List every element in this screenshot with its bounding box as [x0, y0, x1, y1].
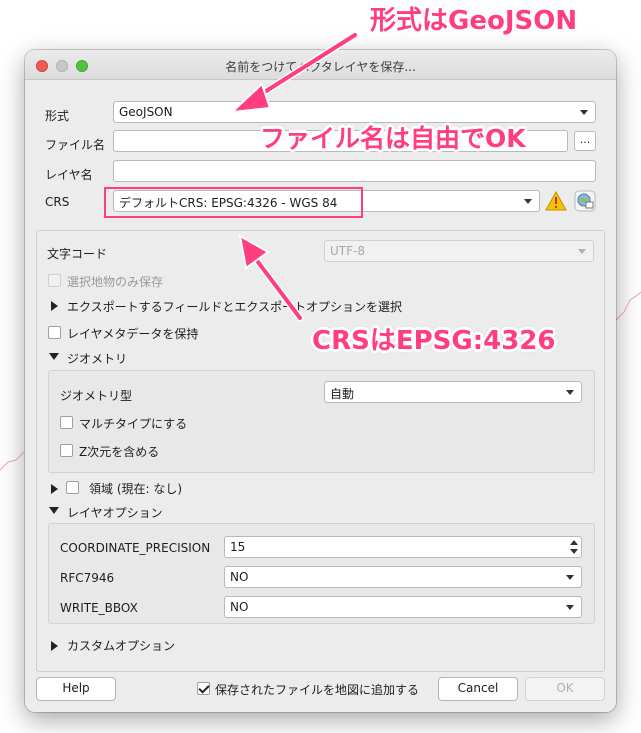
geometry-section-toggle[interactable]: ジオメトリ — [67, 350, 127, 367]
extent-toggle[interactable]: 領域 (現在: なし) — [89, 480, 182, 497]
multitype-checkbox[interactable] — [60, 416, 73, 429]
include-z-checkbox[interactable] — [60, 444, 73, 457]
chevron-down-icon — [580, 110, 588, 115]
include-z-label: Z次元を含める — [79, 445, 160, 459]
chevron-down-icon — [566, 575, 574, 580]
chevron-down-icon — [578, 249, 586, 254]
encoding-value: UTF-8 — [330, 244, 365, 258]
custom-options-toggle[interactable]: カスタムオプション — [67, 637, 175, 654]
crs-select[interactable]: デフォルトCRS: EPSG:4326 - WGS 84 — [113, 190, 540, 212]
encoding-label: 文字コード — [47, 247, 108, 261]
layername-label: レイヤ名 — [45, 168, 93, 182]
browse-button[interactable]: ... — [574, 131, 596, 151]
format-label: 形式 — [45, 109, 70, 123]
selected-only-checkbox[interactable] — [48, 274, 61, 287]
write-bbox-select[interactable]: NO — [224, 596, 582, 618]
crs-select-globe-icon[interactable] — [574, 190, 596, 212]
expand-right-icon[interactable] — [51, 641, 58, 651]
export-fields-toggle[interactable]: エクスポートするフィールドとエクスポートオプションを選択 — [67, 298, 402, 315]
encoding-select[interactable]: UTF-8 — [324, 240, 594, 262]
rfc7946-select[interactable]: NO — [224, 566, 582, 588]
rfc7946-value: NO — [230, 570, 249, 584]
multitype-label: マルチタイプにする — [79, 417, 188, 431]
crs-label: CRS — [45, 195, 70, 209]
layer-options-toggle[interactable]: レイヤオプション — [67, 504, 163, 521]
layername-input[interactable] — [113, 160, 596, 182]
cancel-button[interactable]: Cancel — [438, 677, 518, 701]
collapse-down-icon[interactable] — [49, 507, 59, 514]
add-to-map-checkbox[interactable] — [197, 682, 210, 695]
chevron-down-icon — [524, 199, 532, 204]
help-button[interactable]: Help — [36, 677, 116, 701]
extent-checkbox[interactable] — [66, 481, 79, 494]
coordinate-precision-spinbox[interactable]: 15 — [224, 536, 582, 558]
warning-icon[interactable] — [545, 191, 567, 211]
annotation-filename-note: ファイル名は自由でOK — [260, 124, 526, 153]
option-key-coordinate-precision: COORDINATE_PRECISION — [60, 541, 211, 555]
spinner-arrows-icon[interactable] — [569, 539, 579, 555]
annotation-crs-note: CRSはEPSG:4326 — [312, 326, 556, 356]
title-bar: 名前をつけてベクタレイヤを保存... — [25, 50, 616, 80]
layer-options-group: COORDINATE_PRECISION 15 RFC7946 NO WRITE… — [48, 523, 595, 624]
keep-metadata-label: レイヤメタデータを保持 — [67, 327, 199, 341]
format-value: GeoJSON — [119, 105, 173, 119]
write-bbox-value: NO — [230, 600, 249, 614]
option-key-write-bbox: WRITE_BBOX — [60, 601, 138, 615]
expand-right-icon[interactable] — [51, 484, 58, 494]
format-select[interactable]: GeoJSON — [113, 101, 596, 123]
ok-button[interactable]: OK — [525, 677, 605, 701]
window-title: 名前をつけてベクタレイヤを保存... — [225, 60, 416, 74]
filename-label: ファイル名 — [45, 138, 106, 152]
options-panel: 文字コード UTF-8 選択地物のみ保存 エクスポートするフィールドとエクスポー… — [36, 230, 605, 672]
chevron-down-icon — [566, 605, 574, 610]
chevron-down-icon — [566, 390, 574, 395]
expand-right-icon[interactable] — [51, 301, 58, 311]
keep-metadata-checkbox[interactable] — [48, 326, 61, 339]
collapse-down-icon[interactable] — [49, 353, 59, 360]
geometry-group: ジオメトリ型 自動 マルチタイプにする Z次元を含める — [48, 370, 595, 473]
annotation-format-note: 形式はGeoJSON — [370, 6, 578, 36]
crs-value: デフォルトCRS: EPSG:4326 - WGS 84 — [119, 196, 338, 210]
geometry-type-select[interactable]: 自動 — [324, 381, 582, 403]
geometry-type-value: 自動 — [330, 387, 355, 401]
add-to-map-label: 保存されたファイルを地図に追加する — [215, 683, 420, 697]
coordinate-precision-value: 15 — [230, 540, 246, 554]
option-key-rfc7946: RFC7946 — [60, 571, 115, 585]
selected-only-label: 選択地物のみ保存 — [67, 275, 164, 289]
geometry-type-label: ジオメトリ型 — [60, 389, 133, 403]
